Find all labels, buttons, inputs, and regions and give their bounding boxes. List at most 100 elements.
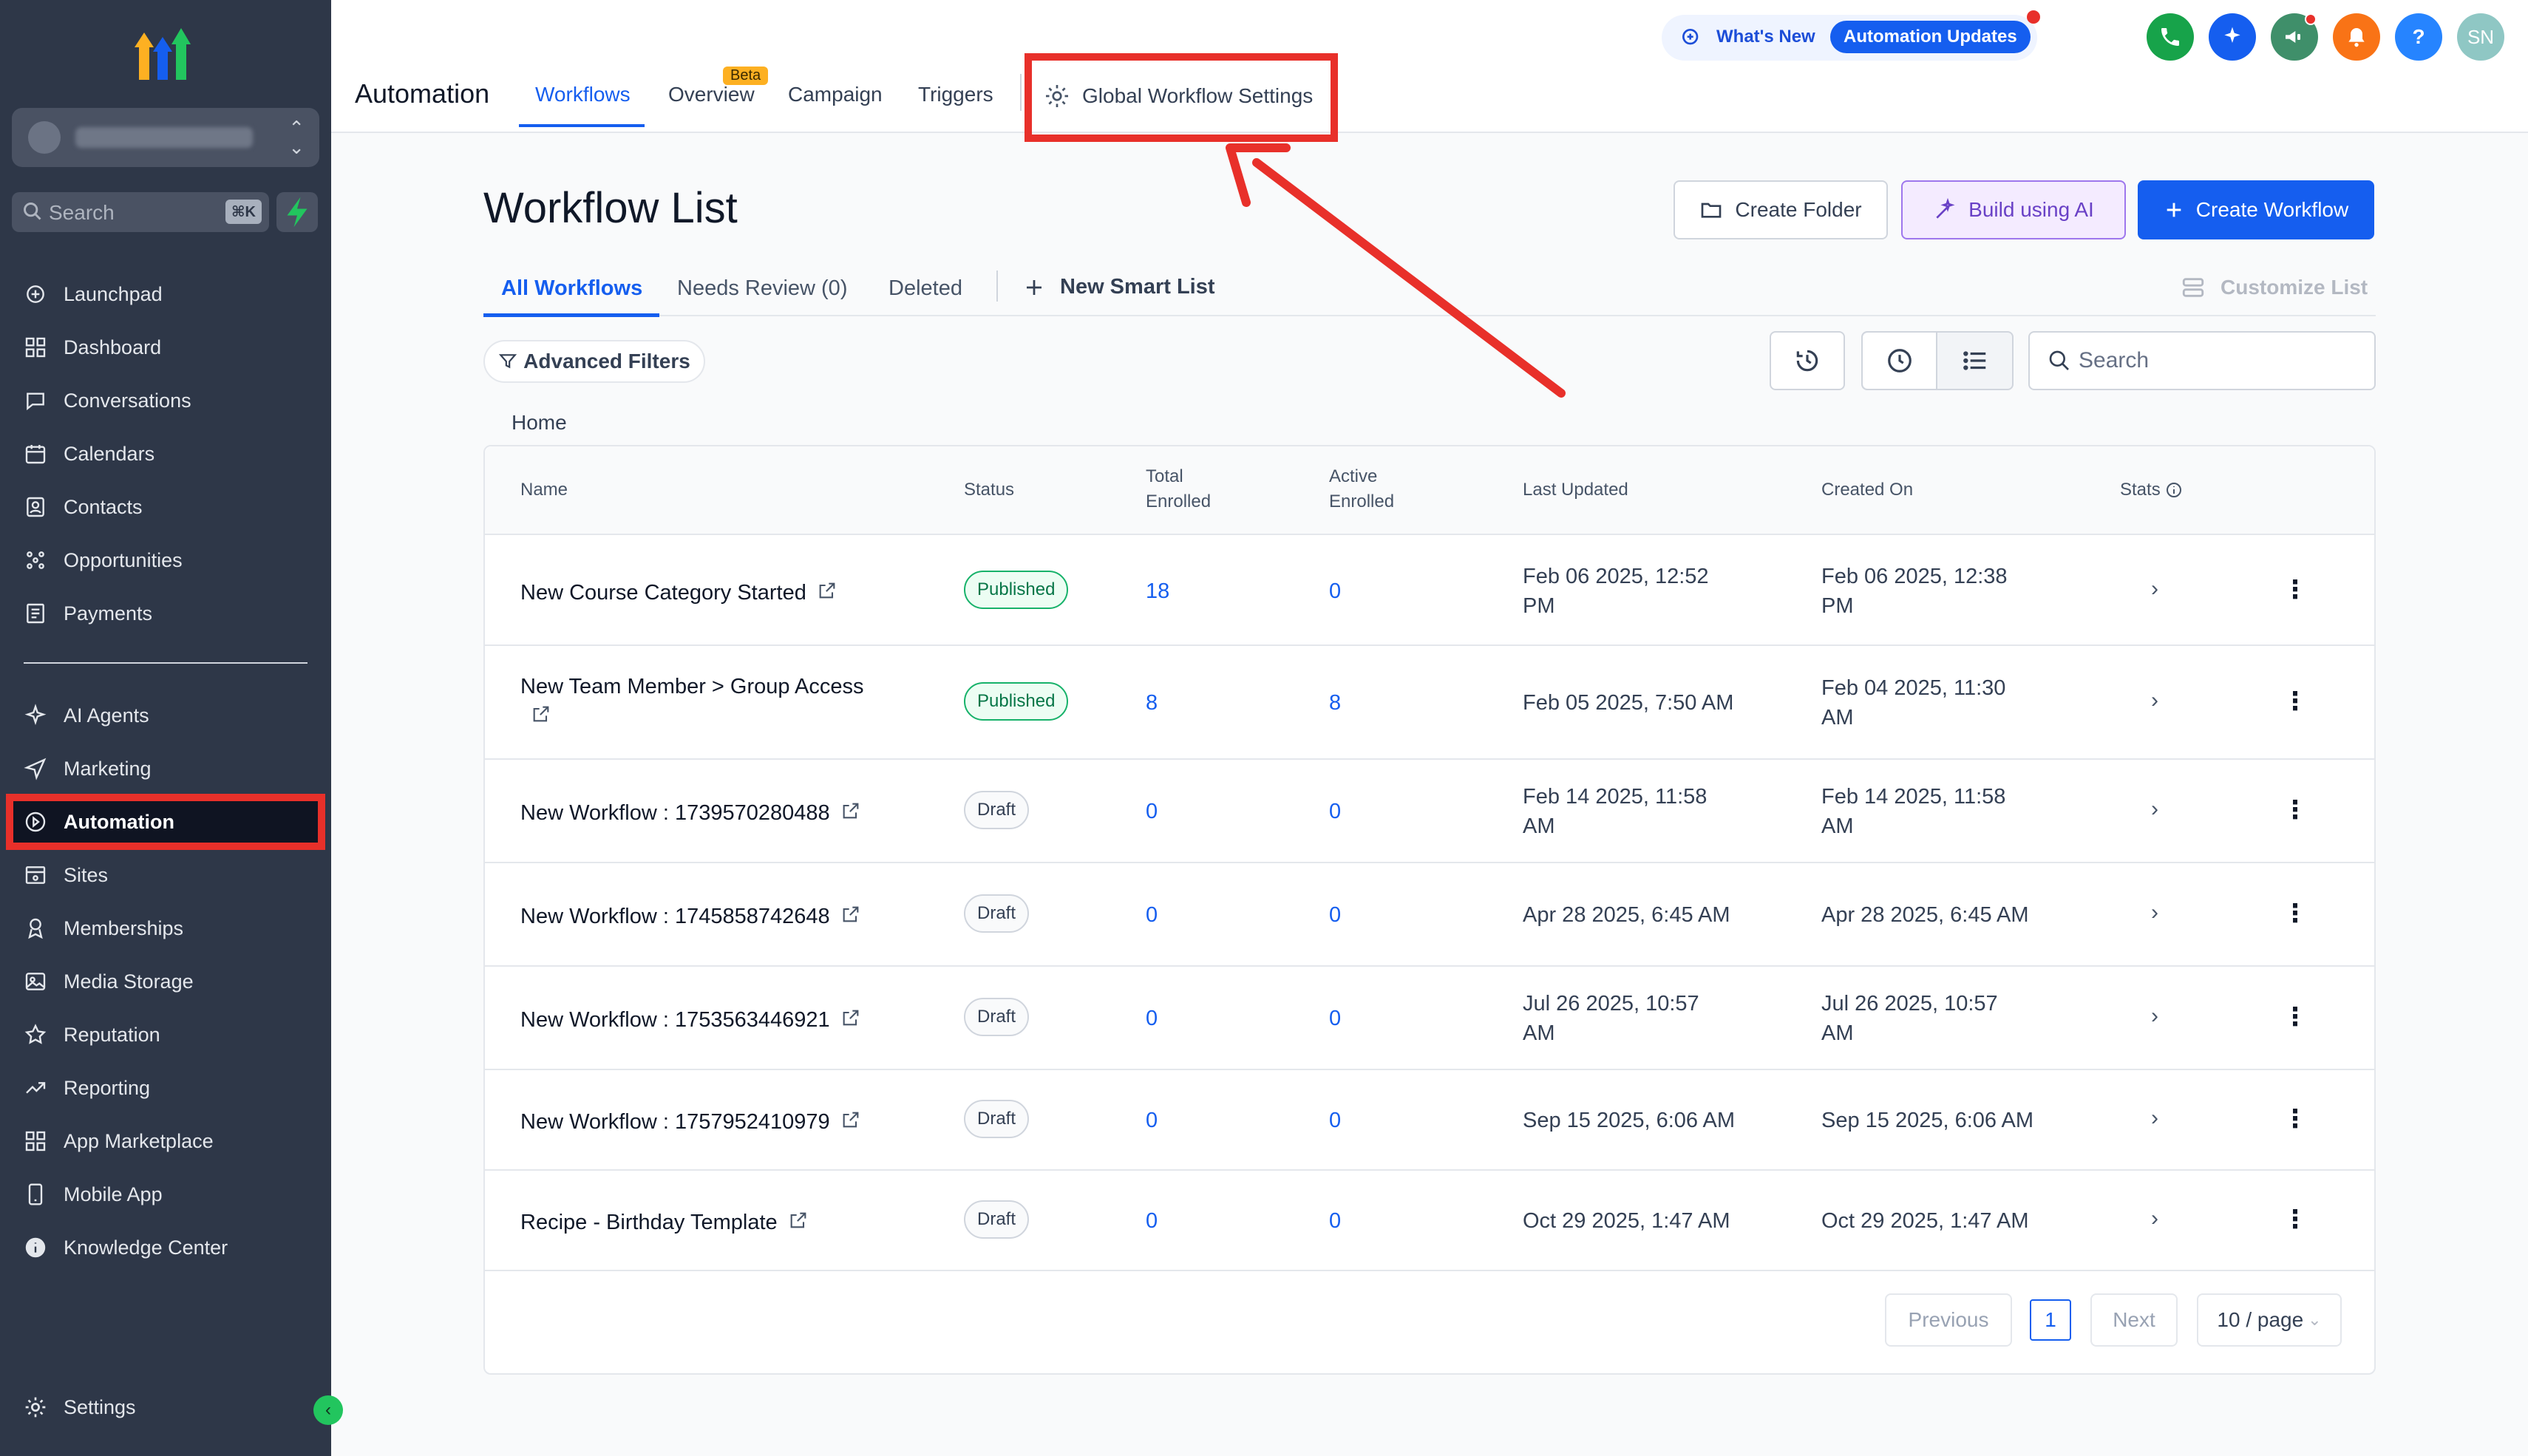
chevron-right-icon[interactable]: › <box>2151 797 2158 822</box>
page-1-button[interactable]: 1 <box>2030 1299 2071 1341</box>
tab-campaign[interactable]: Campaign <box>788 83 883 106</box>
header-name[interactable]: Name <box>520 477 568 503</box>
total-enrolled-value[interactable]: 0 <box>1146 1206 1158 1236</box>
total-enrolled-value[interactable]: 0 <box>1146 797 1158 826</box>
whats-new-pill[interactable]: What's New Automation Updates <box>1662 10 2040 61</box>
sidebar-item-sites[interactable]: Sites <box>12 853 319 897</box>
external-link-icon[interactable] <box>817 580 837 601</box>
workflow-name[interactable]: New Course Category Started <box>520 578 837 608</box>
build-using-ai-button[interactable]: Build using AI <box>1901 180 2126 239</box>
table-row[interactable]: New Workflow : 1753563446921 Draft 0 0 Jul 2… <box>485 967 2374 1070</box>
sidebar-search[interactable]: Search ⌘K <box>12 192 269 232</box>
tab-overview[interactable]: Overview <box>668 83 755 106</box>
create-workflow-button[interactable]: Create Workflow <box>2138 180 2374 239</box>
more-options-icon[interactable]: ⋮ <box>2283 899 2308 928</box>
total-enrolled-value[interactable]: 0 <box>1146 900 1158 930</box>
workflow-name[interactable]: New Team Member > Group Access <box>520 672 905 731</box>
more-options-icon[interactable]: ⋮ <box>2283 687 2308 716</box>
external-link-icon[interactable] <box>531 704 551 724</box>
sidebar-item-mobile-app[interactable]: Mobile App <box>12 1172 319 1217</box>
sidebar-item-media-storage[interactable]: Media Storage <box>12 959 319 1004</box>
more-options-icon[interactable]: ⋮ <box>2283 1104 2308 1134</box>
more-options-icon[interactable]: ⋮ <box>2283 795 2308 825</box>
sidebar-item-contacts[interactable]: Contacts <box>12 485 319 529</box>
sidebar-item-knowledge-center[interactable]: Knowledge Center <box>12 1225 319 1270</box>
external-link-icon[interactable] <box>840 1007 861 1028</box>
sidebar-item-launchpad[interactable]: Launchpad <box>12 272 319 316</box>
automation-updates-badge[interactable]: Automation Updates <box>1830 21 2031 53</box>
active-enrolled-value[interactable]: 8 <box>1329 688 1341 718</box>
active-enrolled-value[interactable]: 0 <box>1329 797 1341 826</box>
account-switcher[interactable]: ⌃ ⌄ <box>12 108 319 167</box>
ai-assistant-button[interactable] <box>2209 13 2256 61</box>
notifications-button[interactable] <box>2333 13 2380 61</box>
table-row[interactable]: New Workflow : 1757952410979 Draft 0 0 Sep 1… <box>485 1070 2374 1171</box>
sidebar-item-payments[interactable]: Payments <box>12 591 319 636</box>
workflow-name[interactable]: Recipe - Birthday Template <box>520 1208 809 1237</box>
tab-workflows[interactable]: Workflows <box>535 83 631 106</box>
chevron-right-icon[interactable]: › <box>2151 1106 2158 1131</box>
external-link-icon[interactable] <box>840 1109 861 1130</box>
active-enrolled-value[interactable]: 0 <box>1329 1206 1341 1236</box>
chevron-right-icon[interactable]: › <box>2151 900 2158 925</box>
chevron-right-icon[interactable]: › <box>2151 576 2158 602</box>
breadcrumb[interactable]: Home <box>512 411 567 435</box>
external-link-icon[interactable] <box>788 1210 809 1231</box>
sidebar-item-memberships[interactable]: Memberships <box>12 906 319 950</box>
table-row[interactable]: New Course Category Started Published 18 0 F… <box>485 537 2374 646</box>
user-avatar[interactable]: SN <box>2457 13 2504 61</box>
sidebar-collapse-button[interactable]: ‹ <box>313 1395 343 1425</box>
sidebar-item-opportunities[interactable]: Opportunities <box>12 538 319 582</box>
sidebar-item-calendars[interactable]: Calendars <box>12 432 319 476</box>
help-button[interactable]: ? <box>2395 13 2442 61</box>
workflow-name[interactable]: New Workflow : 1739570280488 <box>520 798 861 828</box>
phone-button[interactable] <box>2147 13 2194 61</box>
sidebar-item-reporting[interactable]: Reporting <box>12 1066 319 1110</box>
active-enrolled-value[interactable]: 0 <box>1329 576 1341 606</box>
previous-page-button[interactable]: Previous <box>1885 1293 2012 1347</box>
table-row[interactable]: New Workflow : 1745858742648 Draft 0 0 Apr 2… <box>485 863 2374 967</box>
table-row[interactable]: New Team Member > Group Access Published 8… <box>485 646 2374 760</box>
workflow-search-input[interactable]: Search <box>2028 331 2376 390</box>
sidebar-item-marketing[interactable]: Marketing <box>12 746 319 791</box>
external-link-icon[interactable] <box>840 904 861 925</box>
total-enrolled-value[interactable]: 18 <box>1146 576 1169 606</box>
active-enrolled-value[interactable]: 0 <box>1329 1004 1341 1033</box>
total-enrolled-value[interactable]: 0 <box>1146 1004 1158 1033</box>
total-enrolled-value[interactable]: 0 <box>1146 1106 1158 1135</box>
workflow-name[interactable]: New Workflow : 1745858742648 <box>520 902 861 931</box>
sidebar-item-settings[interactable]: Settings <box>12 1385 319 1429</box>
subtab-all-workflows[interactable]: All Workflows <box>501 276 642 301</box>
more-options-icon[interactable]: ⋮ <box>2283 575 2308 605</box>
workflow-name[interactable]: New Workflow : 1757952410979 <box>520 1107 861 1137</box>
chevron-right-icon[interactable]: › <box>2151 1004 2158 1029</box>
workflow-name[interactable]: New Workflow : 1753563446921 <box>520 1005 861 1035</box>
info-icon[interactable] <box>2165 481 2183 499</box>
tab-triggers[interactable]: Triggers <box>918 83 993 106</box>
clock-view-button[interactable] <box>1863 333 1938 389</box>
sidebar-item-app-marketplace[interactable]: App Marketplace <box>12 1119 319 1163</box>
header-last-updated[interactable]: Last Updated <box>1523 477 1628 503</box>
header-created-on[interactable]: Created On <box>1821 477 1913 503</box>
external-link-icon[interactable] <box>840 800 861 821</box>
history-button[interactable] <box>1770 331 1845 390</box>
total-enrolled-value[interactable]: 8 <box>1146 688 1158 718</box>
sidebar-item-ai-agents[interactable]: AI Agents <box>12 693 319 738</box>
sidebar-item-conversations[interactable]: Conversations <box>12 378 319 423</box>
chevron-right-icon[interactable]: › <box>2151 1206 2158 1231</box>
new-smart-list-button[interactable]: New Smart List <box>1023 275 1215 299</box>
page-size-select[interactable]: 10 / page ⌄ <box>2197 1293 2342 1347</box>
sidebar-item-reputation[interactable]: Reputation <box>12 1013 319 1057</box>
more-options-icon[interactable]: ⋮ <box>2283 1002 2308 1032</box>
sidebar-item-dashboard[interactable]: Dashboard <box>12 325 319 370</box>
next-page-button[interactable]: Next <box>2090 1293 2178 1347</box>
advanced-filters-button[interactable]: Advanced Filters <box>483 340 705 383</box>
customize-list-button[interactable]: Customize List <box>2181 275 2368 300</box>
table-row[interactable]: New Workflow : 1739570280488 Draft 0 0 Feb 1… <box>485 760 2374 863</box>
subtab-needs-review[interactable]: Needs Review (0) <box>677 276 847 301</box>
active-enrolled-value[interactable]: 0 <box>1329 900 1341 930</box>
table-row[interactable]: Recipe - Birthday Template Draft 0 0 Oct 29 … <box>485 1171 2374 1271</box>
create-folder-button[interactable]: Create Folder <box>1674 180 1888 239</box>
more-options-icon[interactable]: ⋮ <box>2283 1205 2308 1234</box>
chevron-right-icon[interactable]: › <box>2151 688 2158 713</box>
